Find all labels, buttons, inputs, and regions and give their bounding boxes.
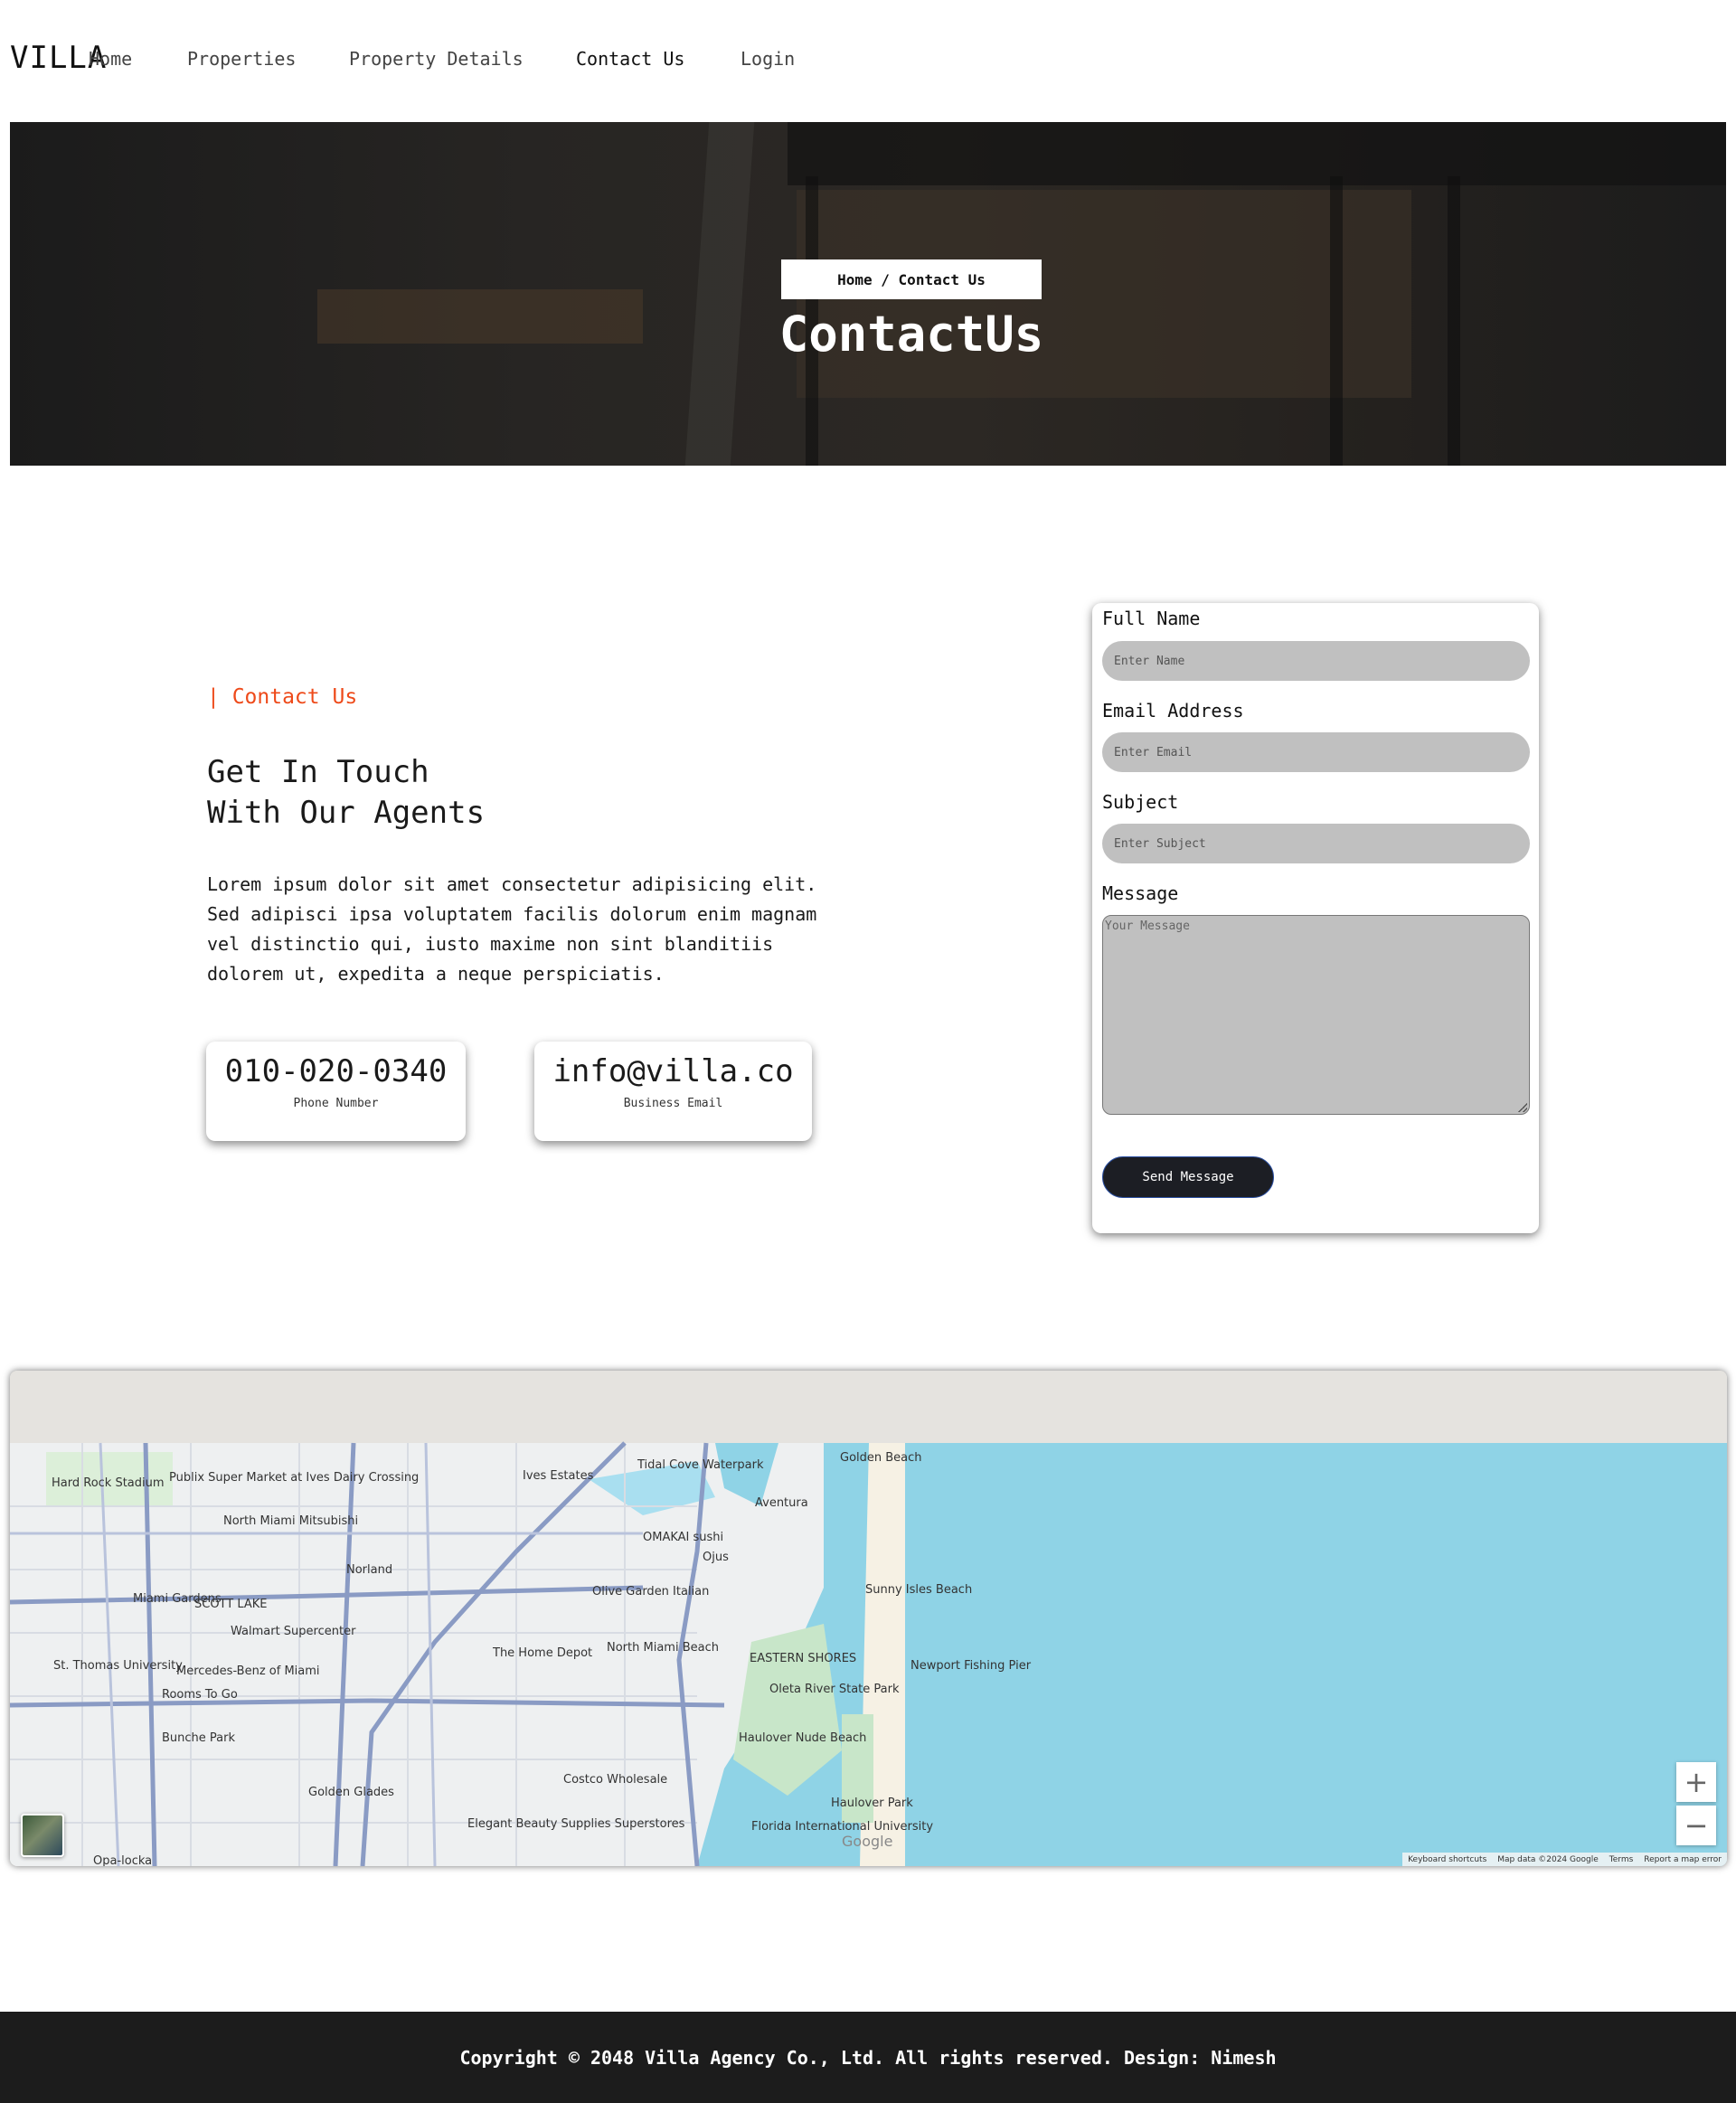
business-email[interactable]: info@villa.co [534,1053,812,1089]
section-tag: | Contact Us [207,685,358,709]
nav-home[interactable]: Home [89,48,132,70]
map-place-label[interactable]: EASTERN SHORES [750,1652,856,1665]
map-place-label[interactable]: North Miami Mitsubishi [223,1514,358,1528]
map-place-label[interactable]: Ives Estates [523,1469,594,1483]
subject-field[interactable]: Enter Subject [1102,824,1530,863]
email-field[interactable]: Enter Email [1102,732,1530,772]
map-canvas[interactable]: Golden Beach Tidal Cove Waterpark Ives Est… [10,1371,1727,1866]
message-textarea[interactable]: Your Message [1102,915,1530,1115]
nav-login[interactable]: Login [741,48,795,70]
breadcrumb-home[interactable]: Home [837,271,873,288]
nav-properties[interactable]: Properties [187,48,296,70]
keyboard-shortcuts-link[interactable]: Keyboard shortcuts [1402,1855,1492,1864]
map-place-label[interactable]: Golden Beach [840,1451,922,1465]
contact-heading-line1: Get In Touch [207,754,429,790]
phone-card: 010-020-0340 Phone Number [206,1042,466,1141]
breadcrumb-separator: / [872,270,899,288]
copyright-text: Copyright © 2048 Villa Agency Co., Ltd. … [459,2046,1277,2069]
name-label: Full Name [1102,608,1201,629]
map-place-label[interactable]: Haulover Park [831,1797,913,1810]
map-place-label[interactable]: OMAKAI sushi [643,1531,723,1544]
map-place-label[interactable]: Opa-locka [93,1854,152,1866]
breadcrumb-current: Contact Us [898,270,986,288]
map-place-label[interactable]: The Home Depot [492,1646,592,1660]
map-place-label[interactable]: St. Thomas University [53,1659,183,1673]
contact-description: Lorem ipsum dolor sit amet consectetur a… [207,873,817,985]
email-label: Business Email [623,1097,723,1110]
map-place-label[interactable]: Elegant Beauty Supplies Superstores [467,1817,685,1831]
map-place-label[interactable]: Newport Fishing Pier [910,1659,1032,1673]
map-data-credit: Map data ©2024 Google [1497,1854,1599,1864]
message-label: Message [1102,882,1179,904]
resize-handle-icon[interactable] [1518,1103,1527,1112]
report-error-link[interactable]: Report a map error [1638,1855,1727,1864]
zoom-out-button[interactable]: − [1676,1806,1716,1845]
map-place-label[interactable]: Mercedes-Benz of Miami [176,1664,320,1678]
map-place-label[interactable]: Costco Wholesale [563,1773,667,1787]
satellite-layer-toggle[interactable] [21,1814,64,1857]
map-place-label[interactable]: Ojus [703,1551,729,1564]
map-place-label[interactable]: Norland [346,1563,392,1577]
footer: Copyright © 2048 Villa Agency Co., Ltd. … [0,2012,1736,2103]
contact-heading-line2: With Our Agents [207,795,486,831]
map-place-label[interactable]: Hard Rock Stadium [52,1476,165,1490]
subject-label: Subject [1102,791,1179,813]
email-field-label: Email Address [1102,700,1244,721]
contact-form: Full Name Enter Name Email Address Enter… [1092,603,1539,1233]
email-card: info@villa.co Business Email [534,1042,812,1141]
hero-photo-column [1448,176,1460,466]
hero-photo-beam [788,122,1726,185]
map-place-label[interactable]: Tidal Cove Waterpark [637,1458,764,1472]
map-place-label[interactable]: Golden Glades [308,1786,394,1799]
breadcrumb: Home / Contact Us [781,259,1042,299]
hero-photo-window [317,289,643,344]
map-place-label[interactable]: Aventura [755,1496,808,1510]
map-place-label[interactable]: Haulover Nude Beach [739,1731,866,1745]
contact-heading: Get In Touch With Our Agents [207,752,485,834]
map-place-label[interactable]: Olive Garden Italian [592,1585,709,1598]
map-place-label[interactable]: Florida International University [751,1820,933,1834]
phone-number[interactable]: 010-020-0340 [206,1053,466,1089]
page-title: ContactUs [778,306,1044,363]
phone-label: Phone Number [293,1097,379,1110]
map-embed[interactable]: Golden Beach Tidal Cove Waterpark Ives Est… [10,1371,1727,1866]
nav-property-details[interactable]: Property Details [349,48,524,70]
hero-photo-column [1330,176,1343,466]
hero-photo-tree [684,122,755,466]
map-attribution: Keyboard shortcuts Map data ©2024 Google… [1402,1853,1727,1866]
send-message-button[interactable]: Send Message [1102,1156,1274,1198]
google-logo: Google [842,1833,893,1850]
zoom-in-button[interactable]: + [1676,1762,1716,1802]
nav-contact-us[interactable]: Contact Us [576,48,684,70]
map-place-label[interactable]: Rooms To Go [162,1688,238,1702]
map-place-label[interactable]: Bunche Park [162,1731,235,1745]
terms-link[interactable]: Terms [1604,1855,1639,1864]
map-place-label[interactable]: Sunny Isles Beach [865,1583,972,1597]
map-place-label[interactable]: North Miami Beach [607,1641,719,1655]
map-place-label[interactable]: Walmart Supercenter [231,1625,356,1638]
map-place-label[interactable]: SCOTT LAKE [194,1598,268,1611]
map-place-label[interactable]: Publix Super Market at Ives Dairy Crossi… [169,1471,419,1485]
message-placeholder: Your Message [1105,919,1190,933]
map-place-label[interactable]: Oleta River State Park [769,1683,900,1696]
name-field[interactable]: Enter Name [1102,641,1530,681]
